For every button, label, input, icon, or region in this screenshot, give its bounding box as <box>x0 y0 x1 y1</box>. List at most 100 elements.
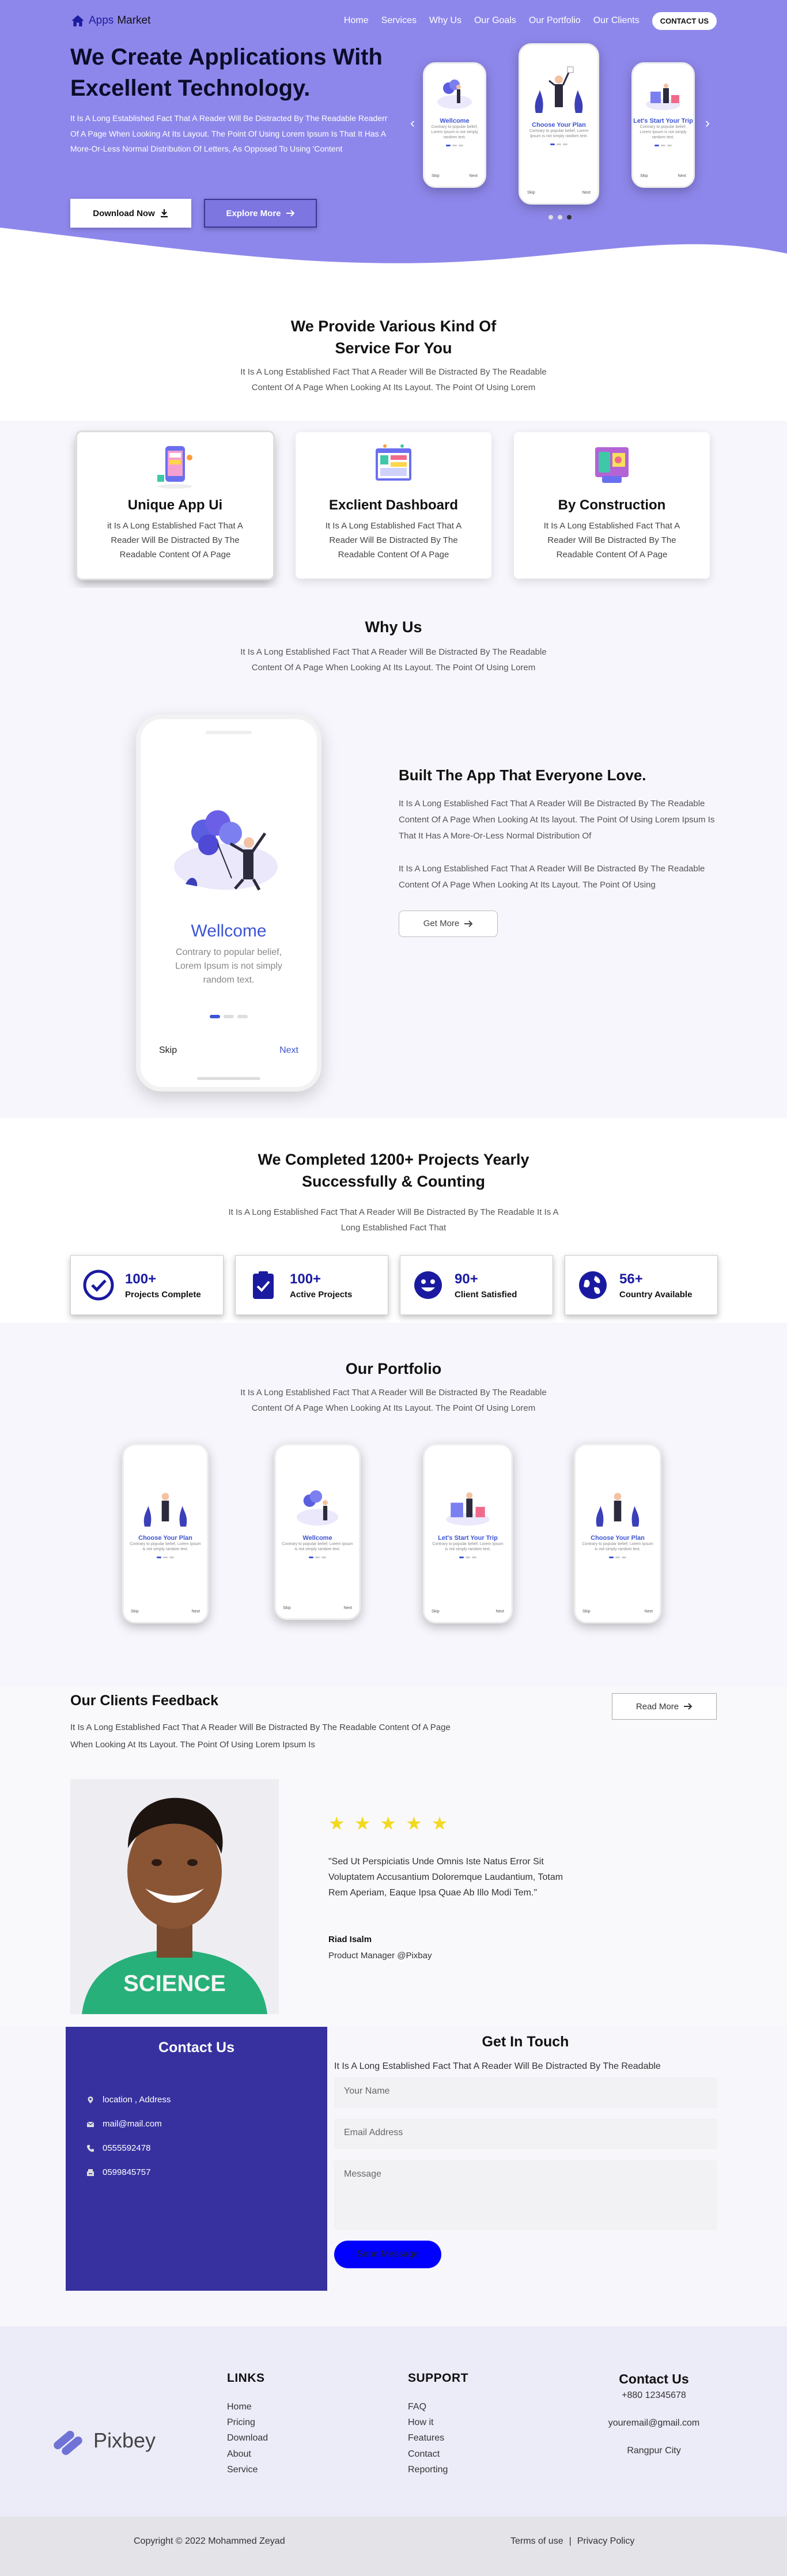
footer-link-contact[interactable]: Contact <box>408 2446 468 2462</box>
contact-us-button[interactable]: CONTACT US <box>652 12 717 30</box>
footer-link-how-it[interactable]: How it <box>408 2415 468 2430</box>
envelope-icon <box>86 2121 94 2127</box>
carousel-indicator[interactable] <box>548 215 553 220</box>
footer-phone[interactable]: +880 12345678 <box>593 2390 714 2401</box>
phone-next: Next <box>582 191 591 195</box>
arrow-right-icon <box>684 1703 693 1710</box>
chevron-left-icon[interactable]: ‹ <box>410 115 415 131</box>
footer-link-about[interactable]: About <box>227 2446 268 2462</box>
footer-link-features[interactable]: Features <box>408 2430 468 2446</box>
portfolio-item[interactable]: Choose Your Plan Contrary to popular bel… <box>122 1444 209 1623</box>
arrow-right-icon <box>464 920 473 927</box>
choose-plan-illustration <box>535 66 583 113</box>
phone-home-indicator <box>197 1077 260 1080</box>
service-card-construction[interactable]: By Construction It Is A Long Established… <box>514 432 710 579</box>
star-icon: ★ <box>380 1813 397 1834</box>
client-photo: SCIENCE <box>70 1779 279 2014</box>
nav-link-why-us[interactable]: Why Us <box>429 16 461 26</box>
phone-skip: Skip <box>159 1045 177 1055</box>
portfolio-item[interactable]: Let's Start Your Trip Contrary to popula… <box>423 1444 513 1623</box>
services-cards: Unique App Ui it Is A Long Established F… <box>0 421 787 588</box>
hero-buttons: Download Now Explore More <box>70 199 317 228</box>
phone-next: Next <box>279 1045 298 1055</box>
phone-skip: Skip <box>640 174 648 178</box>
explore-more-button[interactable]: Explore More <box>204 199 317 228</box>
site-logo[interactable]: Apps Market <box>70 13 150 28</box>
phone-page-dots <box>141 1015 317 1018</box>
hero-description: It Is A Long Established Fact That A Rea… <box>70 114 388 154</box>
footer-contact-title: Contact Us <box>619 2371 689 2386</box>
policy-links: Terms of use | Privacy Policy <box>510 2536 634 2547</box>
phone-title: Choose Your Plan <box>591 1535 645 1542</box>
footer-email[interactable]: youremail@gmail.com <box>593 2418 714 2428</box>
stat-card: 100+ Projects Complete <box>70 1255 224 1315</box>
why-us-paragraph: It Is A Long Established Fact That A Rea… <box>399 864 705 890</box>
star-icon: ★ <box>431 1813 448 1834</box>
footer-link-faq[interactable]: FAQ <box>408 2399 468 2415</box>
footer-link-service[interactable]: Service <box>227 2462 268 2477</box>
footer-link-reporting[interactable]: Reporting <box>408 2462 468 2477</box>
phone-description: Contrary to popular belief, Lorem Ipsum … <box>432 1542 504 1552</box>
contact-phone[interactable]: 0555592478 <box>86 2143 150 2153</box>
email-input[interactable]: Email Address <box>334 2119 717 2149</box>
nav-link-services[interactable]: Services <box>381 16 417 26</box>
terms-link[interactable]: Terms of use <box>510 2536 563 2547</box>
service-title: Exclient Dashboard <box>328 497 459 513</box>
stat-label: Active Projects <box>290 1289 353 1300</box>
portfolio-item[interactable]: Wellcome Contrary to popular belief, Lor… <box>274 1444 361 1620</box>
phone-description: Contrary to popular belief, Lorem Ipsum … <box>431 125 478 140</box>
read-more-button[interactable]: Read More <box>612 1693 717 1720</box>
footer-link-pricing[interactable]: Pricing <box>227 2415 268 2430</box>
why-us-title: Why Us <box>365 618 422 636</box>
footer-logo[interactable]: Pixbey <box>50 2423 156 2458</box>
welcome-illustration <box>437 80 472 109</box>
nav-link-our-clients[interactable]: Our Clients <box>593 16 640 26</box>
client-role: Product Manager @Pixbay <box>328 1951 432 1961</box>
download-now-button[interactable]: Download Now <box>70 199 191 228</box>
hero-carousel: ‹ › Wellcome Contrary to popular belief,… <box>410 40 710 225</box>
phone-description: Contrary to popular belief, Lorem Ipsum … <box>175 947 282 985</box>
service-card-dashboard[interactable]: Exclient Dashboard It Is A Long Establis… <box>296 432 491 579</box>
read-more-label: Read More <box>635 1701 679 1712</box>
star-icon: ★ <box>406 1813 422 1834</box>
download-now-label: Download Now <box>93 208 155 218</box>
phone-skip: Skip <box>527 191 535 195</box>
contact-email[interactable]: mail@mail.com <box>86 2119 162 2129</box>
phone-icon <box>87 2144 94 2152</box>
footer-link-home[interactable]: Home <box>227 2399 268 2415</box>
phone-title: Wellcome <box>440 118 470 124</box>
home-icon <box>71 15 84 27</box>
carousel-indicators <box>548 215 572 220</box>
carousel-indicator[interactable] <box>558 215 562 220</box>
contact-location: location , Address <box>86 2095 171 2105</box>
nav-link-our-portfolio[interactable]: Our Portfolio <box>529 16 581 26</box>
send-message-button[interactable]: Send Message <box>334 2241 441 2268</box>
get-more-button[interactable]: Get More <box>399 910 498 937</box>
phone-skip: Skip <box>432 1610 440 1614</box>
check-circle-icon <box>83 1270 114 1301</box>
why-us-phone-mockup: Wellcome Contrary to popular belief, Lor… <box>136 715 321 1091</box>
portfolio-item[interactable]: Choose Your Plan Contrary to popular bel… <box>574 1444 661 1623</box>
service-card-unique-app-ui[interactable]: Unique App Ui it Is A Long Established F… <box>77 432 273 579</box>
footer-link-download[interactable]: Download <box>227 2430 268 2446</box>
service-title: By Construction <box>558 497 666 513</box>
phone-next: Next <box>678 174 686 178</box>
stat-card: 100+ Active Projects <box>235 1255 388 1315</box>
privacy-link[interactable]: Privacy Policy <box>577 2536 635 2547</box>
service-description: It Is A Long Established Fact That A Rea… <box>543 521 680 560</box>
chevron-right-icon[interactable]: › <box>705 115 710 131</box>
clipboard-check-icon <box>253 1271 274 1299</box>
name-input[interactable]: Your Name <box>334 2078 717 2107</box>
phone-next: Next <box>469 174 478 178</box>
choose-plan-illustration <box>143 1493 187 1527</box>
nav-link-our-goals[interactable]: Our Goals <box>474 16 516 26</box>
carousel-indicator-active[interactable] <box>567 215 572 220</box>
phone-skip: Skip <box>283 1606 291 1610</box>
portfolio-title: Our Portfolio <box>345 1360 442 1377</box>
nav-link-home[interactable]: Home <box>344 16 369 26</box>
service-description: it Is A Long Established Fact That A Rea… <box>107 521 243 560</box>
top-nav: Apps Market Home Services Why Us Our Goa… <box>70 12 717 30</box>
message-textarea[interactable]: Message <box>334 2160 717 2230</box>
phone-title: Let's Start Your Trip <box>633 118 693 124</box>
phone-page-dots <box>520 143 597 146</box>
